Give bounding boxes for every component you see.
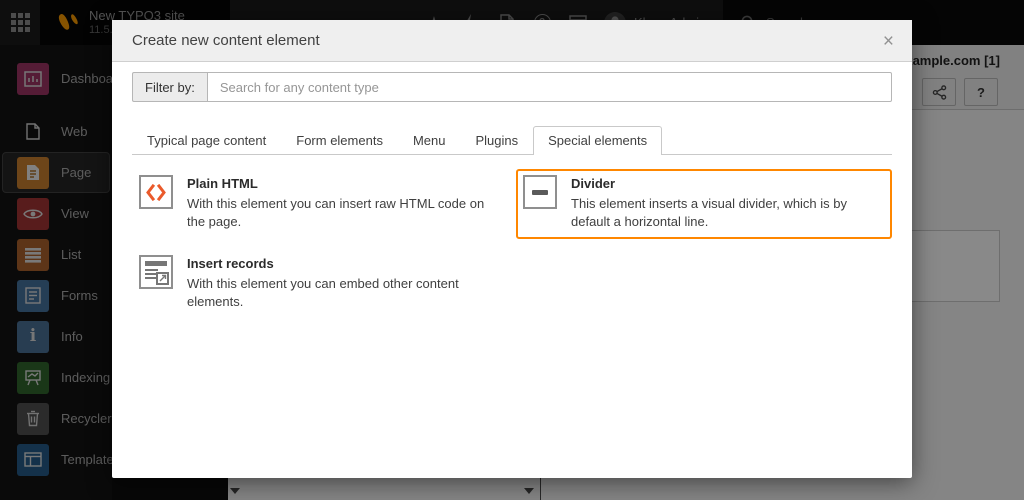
tab-menu[interactable]: Menu <box>398 126 461 155</box>
content-element-plain-html[interactable]: Plain HTML With this element you can ins… <box>132 169 508 239</box>
tab-typical-page-content[interactable]: Typical page content <box>132 126 281 155</box>
tab-form-elements[interactable]: Form elements <box>281 126 398 155</box>
divider-icon <box>523 175 557 209</box>
insert-records-icon <box>139 255 173 289</box>
content-element-divider[interactable]: Divider This element inserts a visual di… <box>516 169 892 239</box>
modal-title: Create new content element <box>132 32 320 49</box>
element-title: Insert records <box>187 256 498 271</box>
html-code-icon <box>139 175 173 209</box>
element-description: With this element you can embed other co… <box>187 275 498 311</box>
content-element-list: Plain HTML With this element you can ins… <box>132 169 892 319</box>
element-title: Divider <box>571 176 882 191</box>
content-type-search-input[interactable] <box>207 72 892 102</box>
create-content-element-modal: Create new content element × Filter by: … <box>112 20 912 478</box>
tab-plugins[interactable]: Plugins <box>460 126 533 155</box>
filter-group: Filter by: <box>132 72 892 102</box>
close-icon[interactable]: × <box>879 28 898 55</box>
element-title: Plain HTML <box>187 176 498 191</box>
content-element-insert-records[interactable]: Insert records With this element you can… <box>132 249 508 319</box>
tab-special-elements[interactable]: Special elements <box>533 126 662 155</box>
filter-by-label: Filter by: <box>132 72 207 102</box>
element-description: This element inserts a visual divider, w… <box>571 195 882 231</box>
element-description: With this element you can insert raw HTM… <box>187 195 498 231</box>
typo3-backend: New TYPO3 site 11.5.1 ★ ? <box>0 0 1024 500</box>
content-element-tabs: Typical page content Form elements Menu … <box>132 126 892 155</box>
modal-header: Create new content element × <box>112 20 912 62</box>
modal-body: Filter by: Typical page content Form ele… <box>112 62 912 319</box>
